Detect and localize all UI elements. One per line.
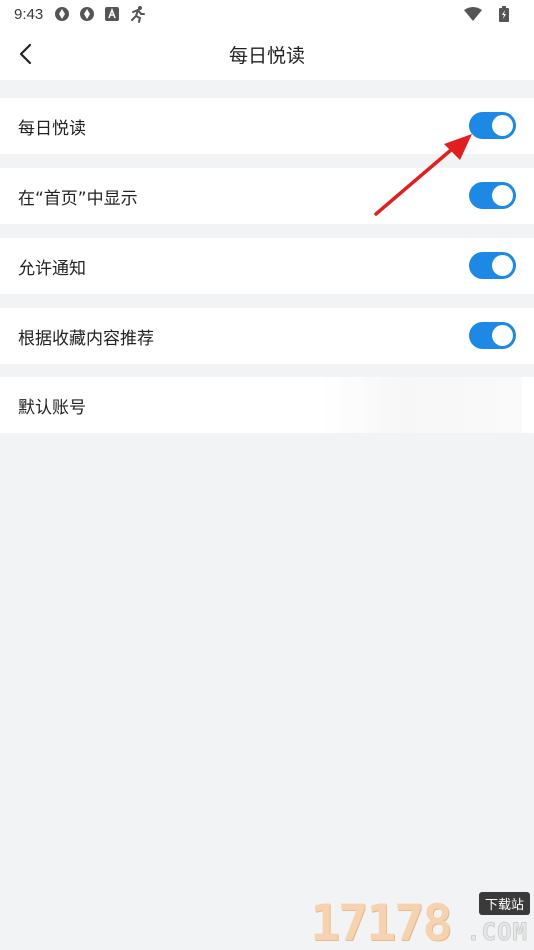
font-a-icon xyxy=(103,5,121,23)
status-right-group xyxy=(464,5,520,23)
setting-label: 默认账号 xyxy=(18,397,86,418)
setting-label: 允许通知 xyxy=(18,258,86,279)
settings-screen: 9:43 每日悦读 每日悦读 在“首页”中显示 允许通知 根据收藏内容推荐 默认… xyxy=(0,0,534,950)
toggle-knob xyxy=(492,115,513,136)
toggle-knob xyxy=(492,325,513,346)
daily-reading-toggle[interactable] xyxy=(469,112,516,139)
setting-row-daily-reading[interactable]: 每日悦读 xyxy=(0,98,534,154)
recommend-by-favorites-toggle[interactable] xyxy=(469,322,516,349)
setting-row-show-on-home[interactable]: 在“首页”中显示 xyxy=(0,168,534,224)
battery-charging-icon xyxy=(495,5,513,23)
aperture-icon xyxy=(78,5,96,23)
watermark-badge: 下载站 xyxy=(478,892,530,915)
setting-row-recommend-by-favorites[interactable]: 根据收藏内容推荐 xyxy=(0,308,534,364)
watermark-suffix: .COM xyxy=(466,918,528,947)
setting-row-default-account[interactable]: 默认账号 xyxy=(0,377,534,433)
setting-label: 每日悦读 xyxy=(18,118,86,139)
status-time: 9:43 xyxy=(14,5,44,23)
chevron-left-icon xyxy=(19,43,32,65)
watermark-number: 17178 xyxy=(310,894,453,950)
setting-row-allow-notifications[interactable]: 允许通知 xyxy=(0,238,534,294)
toggle-knob xyxy=(492,255,513,276)
back-button[interactable] xyxy=(10,38,42,70)
aperture-icon xyxy=(53,5,71,23)
default-account-value xyxy=(322,377,522,433)
status-bar: 9:43 xyxy=(0,0,534,28)
app-header: 每日悦读 xyxy=(0,28,534,80)
page-title: 每日悦读 xyxy=(228,44,305,67)
toggle-knob xyxy=(492,185,513,206)
setting-label: 在“首页”中显示 xyxy=(18,188,138,209)
show-on-home-toggle[interactable] xyxy=(469,182,516,209)
allow-notifications-toggle[interactable] xyxy=(469,252,516,279)
wifi-icon xyxy=(464,5,482,23)
watermark-logo: 17178 下载站 .COM xyxy=(310,888,532,948)
running-person-icon xyxy=(128,5,146,23)
setting-label: 根据收藏内容推荐 xyxy=(18,328,154,349)
